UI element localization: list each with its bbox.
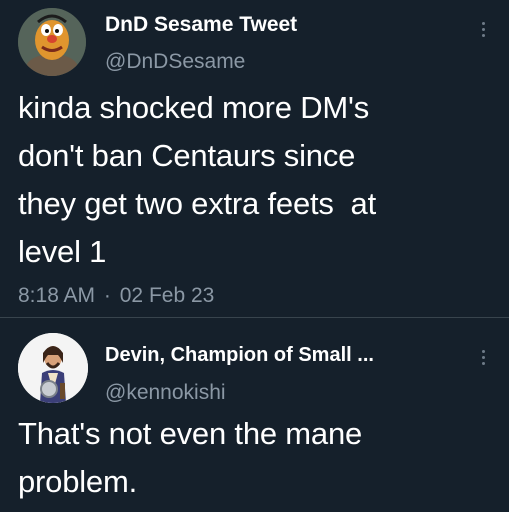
tweet-text: kinda shocked more DM's don't ban Centau… bbox=[18, 84, 376, 276]
meta-separator: · bbox=[103, 284, 111, 307]
reply-text-line: problem. bbox=[18, 464, 138, 499]
author-avatar[interactable] bbox=[18, 8, 86, 76]
reply-text: That's not even the mane problem. bbox=[18, 410, 362, 506]
tweet-text-line: kinda shocked more DM's bbox=[18, 90, 370, 125]
tweet-timestamp[interactable]: 8:18 AM · 02 Feb 23 bbox=[18, 284, 214, 308]
tweet-date[interactable]: 02 Feb 23 bbox=[120, 284, 215, 307]
champion-avatar-image bbox=[18, 333, 88, 403]
tweet-text-line: don't ban Centaurs since bbox=[18, 138, 356, 173]
reply-author-name[interactable]: Devin, Champion of Small ... bbox=[105, 344, 374, 367]
reply-tweet: Devin, Champion of Small ... @kennokishi… bbox=[0, 318, 509, 512]
more-vertical-icon[interactable] bbox=[480, 22, 486, 37]
tweet-text-line: level 1 bbox=[18, 234, 107, 269]
tweet-time[interactable]: 8:18 AM bbox=[18, 284, 95, 307]
sesame-muppet-avatar-image bbox=[18, 8, 86, 76]
main-tweet: DnD Sesame Tweet @DnDSesame kinda shocke… bbox=[0, 0, 509, 317]
more-vertical-icon[interactable] bbox=[480, 350, 486, 365]
reply-text-line: That's not even the mane bbox=[18, 416, 363, 451]
author-handle[interactable]: @DnDSesame bbox=[105, 50, 245, 74]
reply-author-handle[interactable]: @kennokishi bbox=[105, 381, 226, 405]
author-name[interactable]: DnD Sesame Tweet bbox=[105, 13, 297, 37]
reply-author-avatar[interactable] bbox=[18, 333, 88, 403]
tweet-text-line: they get two extra feets at bbox=[18, 186, 376, 221]
